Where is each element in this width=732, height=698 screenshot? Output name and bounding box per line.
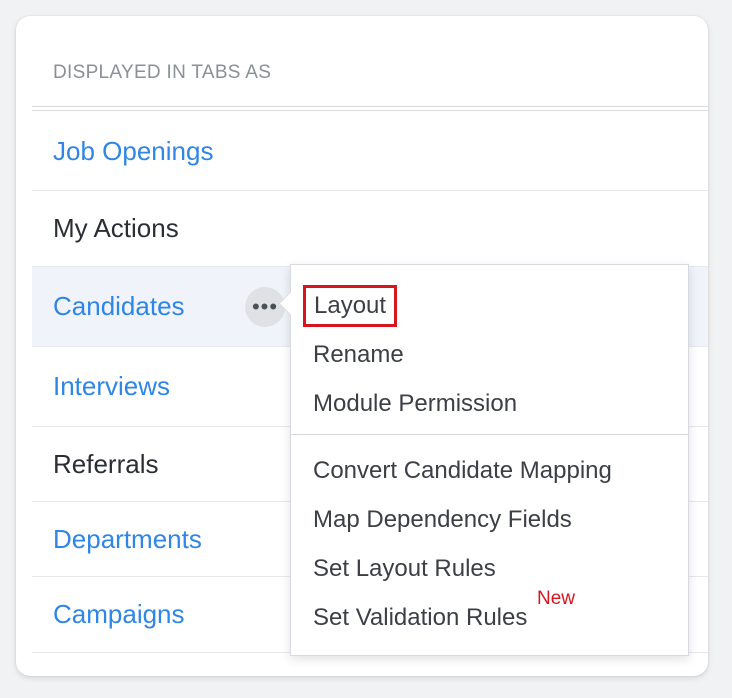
section-header: DISPLAYED IN TABS AS — [53, 62, 272, 83]
tab-row-my-actions[interactable]: My Actions — [32, 191, 708, 267]
menu-item-rename[interactable]: Rename — [313, 341, 404, 369]
tab-label: Referrals — [53, 448, 159, 479]
tab-label[interactable]: Campaigns — [53, 599, 185, 630]
tab-label[interactable]: Departments — [53, 524, 202, 555]
header-divider-double — [32, 110, 708, 111]
more-options-button[interactable]: ••• — [245, 287, 285, 327]
menu-item-module-permission[interactable]: Module Permission — [313, 390, 517, 418]
menu-item-layout[interactable]: Layout — [303, 285, 398, 327]
menu-item-set-validation-rules[interactable]: Set Validation Rules — [313, 604, 527, 632]
new-badge: New — [537, 588, 576, 609]
tab-label[interactable]: Interviews — [53, 371, 170, 402]
module-options-menu: Layout Rename Module Permission Convert … — [278, 264, 689, 656]
more-horizontal-icon: ••• — [251, 294, 279, 319]
menu-divider — [291, 434, 688, 435]
menu-item-set-layout-rules[interactable]: Set Layout Rules — [313, 555, 496, 583]
header-divider — [32, 106, 708, 107]
tab-row-job-openings[interactable]: Job Openings — [32, 112, 708, 191]
menu-item-convert-candidate-mapping[interactable]: Convert Candidate Mapping — [313, 457, 612, 485]
tab-label[interactable]: Candidates — [53, 291, 185, 322]
menu-item-map-dependency-fields[interactable]: Map Dependency Fields — [313, 506, 572, 534]
tab-label: My Actions — [53, 213, 179, 243]
tab-label[interactable]: Job Openings — [53, 136, 213, 167]
